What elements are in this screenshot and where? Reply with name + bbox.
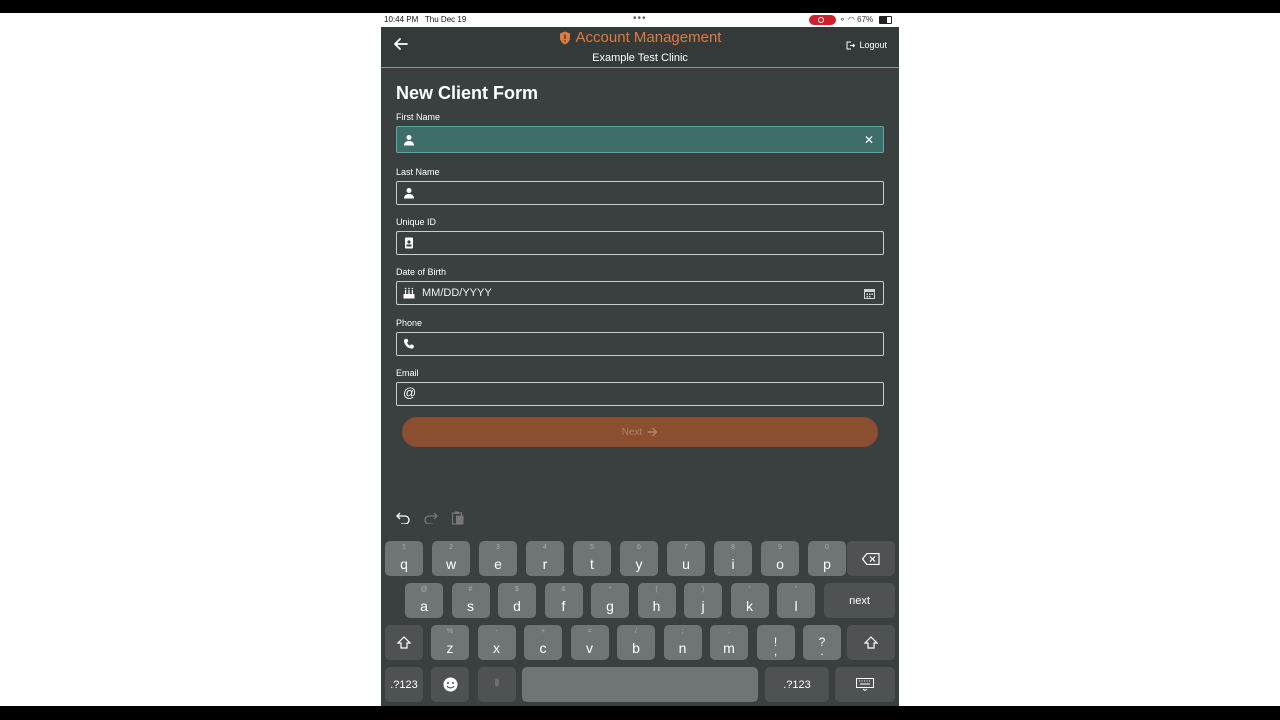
- onscreen-keyboard: 1 q 2 w 3 e 4 r 5 t 6 y 7 u 8 i 9 o 0 p @ a # s $ d & f * g(h) j ' k " l ne…: [381, 534, 899, 706]
- key-n[interactable]: ; n: [663, 625, 702, 660]
- arrow-right-icon: [647, 427, 658, 437]
- screen-record-icon: [809, 15, 836, 25]
- app-title: Account Management: [559, 29, 722, 46]
- unique-id-input[interactable]: [422, 232, 852, 254]
- email-input[interactable]: [422, 383, 852, 405]
- unique-id-label: Unique ID: [396, 217, 437, 227]
- first-name-field[interactable]: ✕: [396, 126, 884, 153]
- form-title: New Client Form: [396, 83, 539, 103]
- clinic-name: Example Test Clinic: [592, 51, 688, 64]
- key-h[interactable]: (h: [637, 583, 676, 618]
- phone-label: Phone: [396, 318, 423, 328]
- tablet-screen: 10:44 PM Thu Dec 19 ••• ⚬ ◠ 67% Account …: [381, 13, 899, 706]
- space-bar[interactable]: [522, 667, 758, 702]
- key-g[interactable]: * g: [591, 583, 629, 618]
- key-z[interactable]: % z: [431, 625, 469, 660]
- last-name-input[interactable]: [422, 182, 852, 204]
- status-bar: 10:44 PM Thu Dec 19 ••• ⚬ ◠ 67%: [381, 13, 899, 27]
- logout-icon: [846, 41, 856, 49]
- first-name-input[interactable]: [422, 127, 852, 152]
- key-punct-8[interactable]: ? .: [803, 625, 841, 660]
- numbers-key-left[interactable]: .?123: [385, 667, 423, 702]
- next-button-label: Next: [621, 426, 643, 438]
- email-label: Email: [396, 368, 419, 378]
- dismiss-keyboard-key[interactable]: [835, 667, 895, 702]
- key-i[interactable]: 8i: [714, 541, 752, 576]
- cake-icon: [403, 287, 415, 299]
- key-w[interactable]: 2w: [432, 541, 470, 576]
- key-f[interactable]: & f: [544, 583, 583, 618]
- key-x[interactable]: -x: [477, 625, 516, 660]
- backspace-key[interactable]: [847, 541, 895, 576]
- phone-field[interactable]: [396, 332, 884, 356]
- microphone-key[interactable]: [478, 667, 516, 702]
- email-field[interactable]: @: [396, 382, 884, 406]
- next-button[interactable]: Next: [402, 417, 878, 447]
- top-letterbox: [0, 0, 1280, 13]
- unique-id-field[interactable]: [396, 231, 884, 255]
- key-u[interactable]: 7u: [667, 541, 705, 576]
- person-icon: [404, 188, 414, 199]
- keyboard-shortcut-bar: [396, 510, 464, 526]
- key-c[interactable]: + c: [524, 625, 562, 660]
- date-of-birth-field[interactable]: [396, 281, 884, 305]
- key-e[interactable]: 3e: [479, 541, 517, 576]
- key-m[interactable]: :m: [710, 625, 748, 660]
- shift-key-left[interactable]: [385, 625, 423, 660]
- key-j[interactable]: ) j: [684, 583, 722, 618]
- date-of-birth-input[interactable]: [422, 282, 852, 304]
- last-name-label: Last Name: [396, 167, 440, 177]
- clear-icon[interactable]: ✕: [864, 134, 874, 146]
- key-k[interactable]: ' k: [730, 583, 769, 618]
- status-time: 10:44 PM Thu Dec 19: [384, 15, 467, 24]
- key-d[interactable]: $ d: [498, 583, 536, 618]
- logout-label: Logout: [859, 40, 887, 50]
- first-name-label: First Name: [396, 112, 441, 122]
- undo-icon[interactable]: [396, 512, 410, 524]
- last-name-field[interactable]: [396, 181, 884, 205]
- app-title-text: Account Management: [575, 29, 722, 46]
- redo-icon[interactable]: [424, 512, 438, 524]
- app-header: Account Management Example Test Clinic L…: [381, 27, 899, 68]
- shield-icon: [559, 31, 570, 44]
- paste-icon[interactable]: [452, 511, 464, 525]
- key-p[interactable]: 0p: [808, 541, 846, 576]
- person-icon: [404, 135, 414, 146]
- key-s[interactable]: # s: [451, 583, 490, 618]
- at-icon: @: [403, 385, 417, 400]
- key-r[interactable]: 4r: [526, 541, 564, 576]
- emoji-key[interactable]: [431, 667, 469, 702]
- new-client-form: New Client Form First Name ✕ Last Name U…: [396, 81, 884, 406]
- key-v[interactable]: = v: [570, 625, 609, 660]
- key-b[interactable]: / b: [617, 625, 655, 660]
- phone-icon: [403, 338, 414, 349]
- numbers-key-right[interactable]: .?123: [765, 667, 829, 702]
- key-punct-7[interactable]: ! ,: [756, 625, 795, 660]
- date-of-birth-label: Date of Birth: [396, 267, 447, 277]
- next-key[interactable]: next: [824, 583, 895, 618]
- calendar-icon[interactable]: [864, 288, 875, 299]
- key-y[interactable]: 6y: [620, 541, 658, 576]
- phone-input[interactable]: [422, 333, 852, 355]
- battery-percent: ⚬ ◠ 67%: [839, 15, 874, 24]
- id-badge-icon: [405, 237, 413, 249]
- key-o[interactable]: 9o: [761, 541, 799, 576]
- key-a[interactable]: @ a: [405, 583, 443, 618]
- multitasking-dots-icon[interactable]: •••: [633, 13, 647, 24]
- key-t[interactable]: 5t: [573, 541, 611, 576]
- key-q[interactable]: 1q: [385, 541, 423, 576]
- key-l[interactable]: " l: [777, 583, 815, 618]
- battery-icon: [879, 16, 892, 24]
- logout-button[interactable]: Logout: [846, 40, 887, 50]
- bottom-letterbox: [0, 706, 1280, 720]
- shift-key-right[interactable]: [847, 625, 895, 660]
